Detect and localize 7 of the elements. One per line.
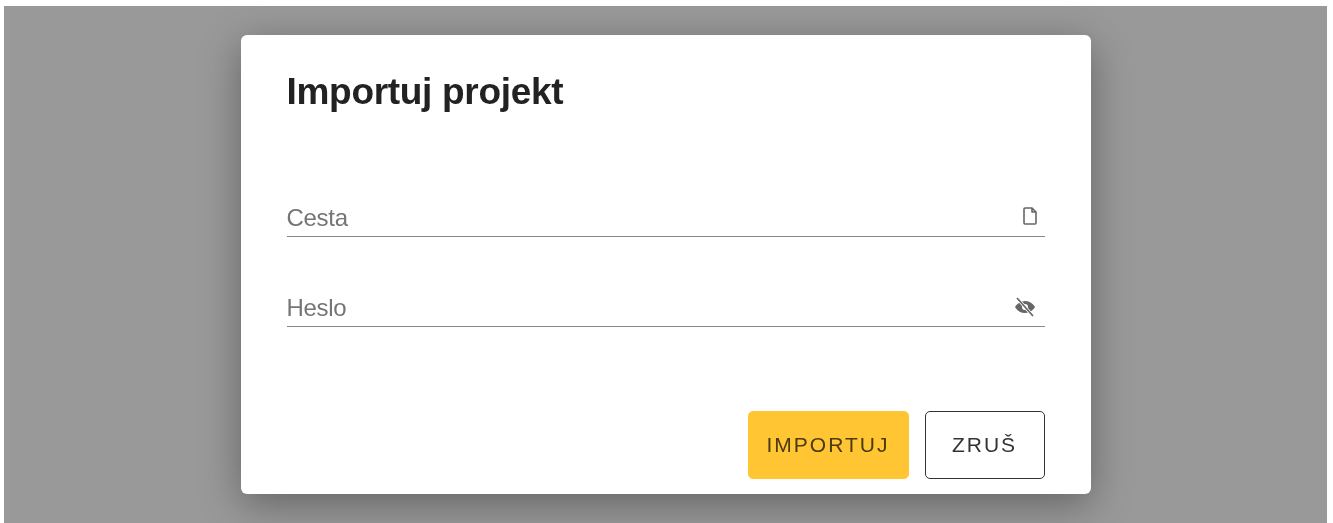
import-button[interactable]: IMPORTUJ bbox=[747, 411, 909, 479]
file-icon[interactable] bbox=[1022, 207, 1037, 225]
cancel-button[interactable]: ZRUŠ bbox=[924, 411, 1045, 479]
input-field[interactable]: Cesta bbox=[286, 199, 1045, 237]
input-field[interactable]: Heslo bbox=[286, 289, 1045, 327]
dialog-title: Importuj projekt bbox=[286, 71, 564, 113]
eye-off-icon[interactable] bbox=[1012, 297, 1037, 317]
